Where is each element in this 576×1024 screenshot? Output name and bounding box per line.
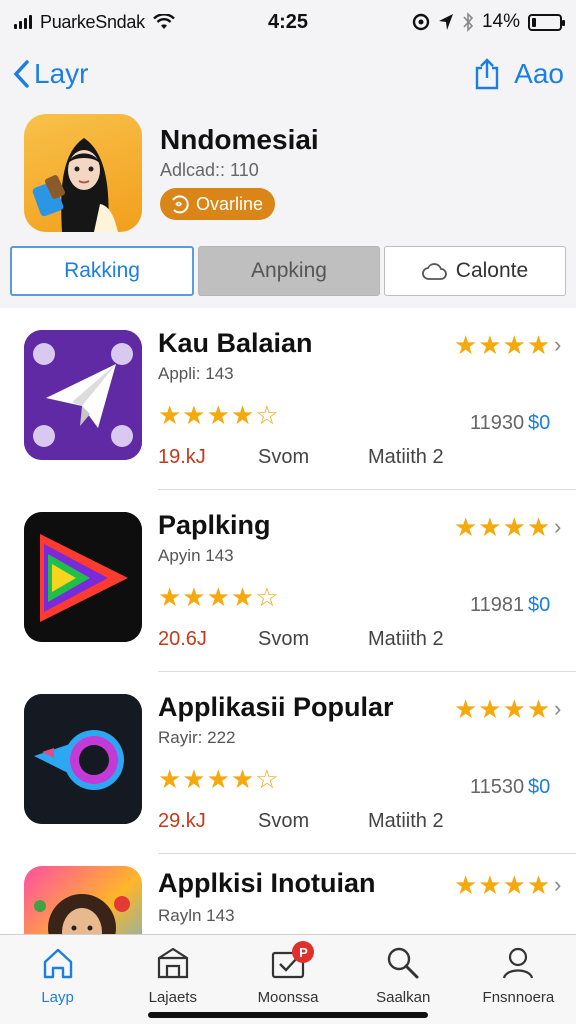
tab-label: Layp [41,989,74,1006]
get-price-button[interactable]: $0 [528,594,550,617]
segmented-control: Rakking Anpking Calonte [10,246,566,296]
segment-rakking[interactable]: Rakking [10,246,194,296]
chevron-right-icon[interactable]: › [554,872,561,898]
carrier-name: PuarkeSndak [40,11,145,32]
app-subtitle: Rayln 143 [158,906,235,925]
app-subtitle: Rayir: 222 [158,728,236,747]
share-button[interactable]: Aao [468,52,570,96]
app-name: Kau Balaian [158,328,313,358]
battery-percent: 14% [481,11,520,32]
top-rating-stars: ★★★★ [454,512,552,542]
app-price: 29.kJ [158,810,206,832]
app-price: 19.kJ [158,446,206,468]
app-size: Svom [258,446,310,468]
top-rating-stars: ★★★★ [454,330,552,360]
battery-icon [528,13,565,31]
list-item[interactable]: Kau Balaian Appli: 143 ★★★★☆ 19.kJ Svom … [0,308,576,490]
segment-calonte[interactable]: Calonte [384,246,566,296]
status-bar: PuarkeSndak 4:25 14% [0,0,576,44]
share-icon [475,58,499,90]
back-button[interactable]: Layr [6,52,94,96]
paper-plane-icon [24,330,142,460]
app-tag: Matiith 2 [368,628,444,650]
app-size: Svom [258,810,310,832]
back-label: Layr [34,58,89,89]
tab-label: Lajaets [148,989,197,1006]
app-name: Applkisi Inotuian [158,868,376,898]
tab-label: Fnsnnoera [482,989,555,1006]
app-tag: Matiith 2 [368,446,444,468]
segment-anpking[interactable]: Anpking [198,246,380,296]
tab-lajaets[interactable]: Lajaets [115,935,230,1024]
rating-stars: ★★★★☆ [158,764,280,794]
segment-label: Calonte [455,259,529,282]
review-count: 11530 [470,776,525,798]
tab-bar: Layp Lajaets P Moonssa Saalkan Fnsnnoera [0,934,576,1024]
house-icon [43,948,72,979]
tab-fnsnnoera[interactable]: Fnsnnoera [461,935,576,1024]
featured-app-subtitle: Adlcad:: 110 [160,160,259,180]
app-price: 20.6J [158,628,207,650]
location-icon [438,14,453,30]
notification-badge: P [292,941,315,963]
app-icon [24,330,142,460]
app-subtitle: Appli: 143 [158,364,234,383]
alarm-icon [412,13,430,31]
rating-stars: ★★★★☆ [158,400,280,430]
review-count: 11981 [470,594,525,616]
app-store-screen: PuarkeSndak 4:25 14% Layr Aao Nndomesiai… [0,0,576,1024]
get-price-button[interactable]: $0 [528,776,550,799]
tab-saalkan[interactable]: Saalkan [346,935,461,1024]
play-arrow-icon [24,512,142,642]
chevron-right-icon[interactable]: › [554,696,561,722]
wifi-icon [152,14,175,29]
featured-app-badge[interactable]: Ovarline [160,188,276,220]
person-icon [503,947,534,979]
top-rating-stars: ★★★★ [454,694,552,724]
list-item[interactable]: Applkisi Inotuian Rayln 143 ★★★★ › [0,854,576,934]
tab-label: Saalkan [376,989,431,1006]
app-size: Svom [258,628,310,650]
signal-icon [14,15,32,29]
chevron-left-icon [13,60,29,88]
badge-label: Ovarline [196,193,264,214]
app-subtitle: Apyin 143 [158,546,234,565]
tab-moonssa[interactable]: P Moonssa [230,935,345,1024]
bluetooth-icon [463,12,474,32]
list-item[interactable]: Paplking Apyin 143 ★★★★☆ 20.6J Svom Mati… [0,490,576,672]
app-icon [24,866,142,934]
featured-app-icon[interactable] [24,114,142,232]
chevron-right-icon[interactable]: › [554,514,561,540]
share-label: Aao [514,58,564,89]
segment-label: Anpking [251,259,327,282]
search-icon [388,947,419,979]
tab-layp[interactable]: Layp [0,935,115,1024]
hijab-woman-icon [32,138,118,232]
app-name: Paplking [158,510,271,540]
featured-app-header: Nndomesiai Adlcad:: 110 Ovarline [0,104,576,240]
home-indicator [148,1012,428,1018]
segment-label: Rakking [64,259,140,282]
top-rating-stars: ★★★★ [454,870,552,900]
featured-app-title: Nndomesiai [160,124,319,155]
box-icon [157,947,188,979]
review-count: 11930 [470,412,525,434]
ring-icon [24,694,142,824]
rating-stars: ★★★★☆ [158,582,280,612]
get-price-button[interactable]: $0 [528,412,550,435]
app-icon [24,694,142,824]
portrait-icon [34,894,130,934]
app-icon [24,512,142,642]
cloud-icon [421,263,447,280]
list-item[interactable]: Applikasii Popular Rayir: 222 ★★★★☆ 29.k… [0,672,576,854]
navigation-bar: Layr Aao [0,44,576,104]
app-name: Applikasii Popular [158,692,394,722]
tab-label: Moonssa [257,989,319,1006]
app-list: Kau Balaian Appli: 143 ★★★★☆ 19.kJ Svom … [0,308,576,934]
chevron-right-icon[interactable]: › [554,332,561,358]
spinner-icon [172,195,189,214]
app-tag: Matiith 2 [368,810,444,832]
